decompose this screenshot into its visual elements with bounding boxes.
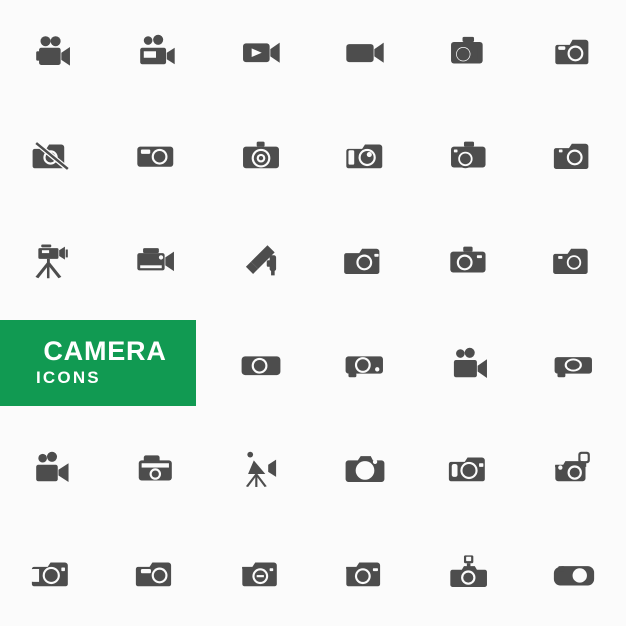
dslr-camera-big-lens-glyph <box>451 37 484 64</box>
video-camera-play-icon[interactable] <box>209 0 313 104</box>
compact-camera-flat-glyph <box>137 147 174 168</box>
camera-large-lens-glyph <box>345 456 385 483</box>
camera-lens-left-glyph <box>450 246 487 273</box>
camera-rounded-lens-icon[interactable] <box>522 104 626 208</box>
camera-minus-lens-glyph <box>241 562 277 587</box>
dslr-camera-big-lens-icon[interactable] <box>417 0 521 104</box>
video-camera-tripod-icon[interactable] <box>0 209 104 313</box>
movie-camera-two-reels-icon[interactable] <box>417 313 521 417</box>
movie-camera-reels-glyph <box>36 36 71 66</box>
movie-camera-reels-icon[interactable] <box>0 0 104 104</box>
projector-oval-lens-icon[interactable] <box>522 313 626 417</box>
camera-icons-banner: CAMERA ICONS <box>0 320 196 406</box>
icon-sheet: CAMERA ICONS <box>0 0 626 626</box>
banner-subtitle: ICONS <box>36 368 101 388</box>
icon-grid <box>0 0 626 626</box>
camera-flash-mounted-icon[interactable] <box>417 522 521 626</box>
movie-camera-reels-body-icon[interactable] <box>104 0 208 104</box>
instant-camera-glyph <box>139 455 173 481</box>
banner-title: CAMERA <box>43 336 167 367</box>
video-camera-play-glyph <box>242 42 280 63</box>
camera-left-grip-glyph <box>29 562 68 587</box>
instant-camera-icon[interactable] <box>104 417 208 521</box>
camera-lens-left-icon[interactable] <box>417 209 521 313</box>
camera-target-lens-glyph <box>242 142 279 169</box>
dslr-camera-offset-lens-icon[interactable] <box>417 104 521 208</box>
camera-left-grip-icon[interactable] <box>0 522 104 626</box>
compact-camera-viewfinder-glyph <box>555 39 589 65</box>
camera-thin-lens-glyph <box>552 248 588 274</box>
camera-external-flash-icon[interactable] <box>522 417 626 521</box>
no-camera-slashed-icon[interactable] <box>0 104 104 208</box>
movie-camera-tripod-icon[interactable] <box>209 417 313 521</box>
camera-circle-lens-glyph <box>346 562 381 587</box>
video-camera-plain-icon[interactable] <box>313 0 417 104</box>
dslr-camera-wide-glyph <box>344 248 380 274</box>
dslr-camera-offset-lens-glyph <box>451 142 487 169</box>
movie-camera-tripod-glyph <box>245 452 276 488</box>
video-camera-tripod-glyph <box>35 244 68 279</box>
camera-wide-body-icon[interactable] <box>209 313 313 417</box>
video-camera-plain-glyph <box>346 42 384 63</box>
camera-external-flash-glyph <box>554 452 590 482</box>
movie-camera-reels-body-glyph <box>140 34 176 65</box>
movie-camera-compact-icon[interactable] <box>0 417 104 521</box>
projector-camera-glyph <box>345 356 384 378</box>
movie-camera-compact-glyph <box>36 452 69 483</box>
camera-grip-lens-icon[interactable] <box>417 417 521 521</box>
cctv-security-camera-glyph <box>245 245 276 276</box>
compact-camera-viewfinder-icon[interactable] <box>522 0 626 104</box>
dslr-camera-wide-icon[interactable] <box>313 209 417 313</box>
camera-wide-body-glyph <box>241 356 281 376</box>
compact-camera-flat-icon[interactable] <box>104 104 208 208</box>
camera-viewfinder-bar-icon[interactable] <box>104 522 208 626</box>
camera-rounded-lens-glyph <box>553 144 589 170</box>
camera-side-grip-glyph <box>346 144 383 169</box>
camera-side-grip-icon[interactable] <box>313 104 417 208</box>
camera-large-lens-icon[interactable] <box>313 417 417 521</box>
camera-oval-body-glyph <box>553 565 594 586</box>
camera-target-lens-icon[interactable] <box>209 104 313 208</box>
camcorder-glyph <box>137 247 175 271</box>
camera-circle-lens-icon[interactable] <box>313 522 417 626</box>
projector-camera-icon[interactable] <box>313 313 417 417</box>
no-camera-slashed-glyph <box>32 140 71 173</box>
camera-flash-mounted-glyph <box>450 555 488 587</box>
camera-oval-body-icon[interactable] <box>522 522 626 626</box>
camera-thin-lens-icon[interactable] <box>522 209 626 313</box>
cctv-security-camera-icon[interactable] <box>209 209 313 313</box>
camcorder-icon[interactable] <box>104 209 208 313</box>
camera-grip-lens-glyph <box>449 457 486 482</box>
projector-oval-lens-glyph <box>554 357 592 378</box>
camera-minus-lens-icon[interactable] <box>209 522 313 626</box>
camera-viewfinder-bar-glyph <box>136 562 172 587</box>
movie-camera-two-reels-glyph <box>454 347 488 379</box>
